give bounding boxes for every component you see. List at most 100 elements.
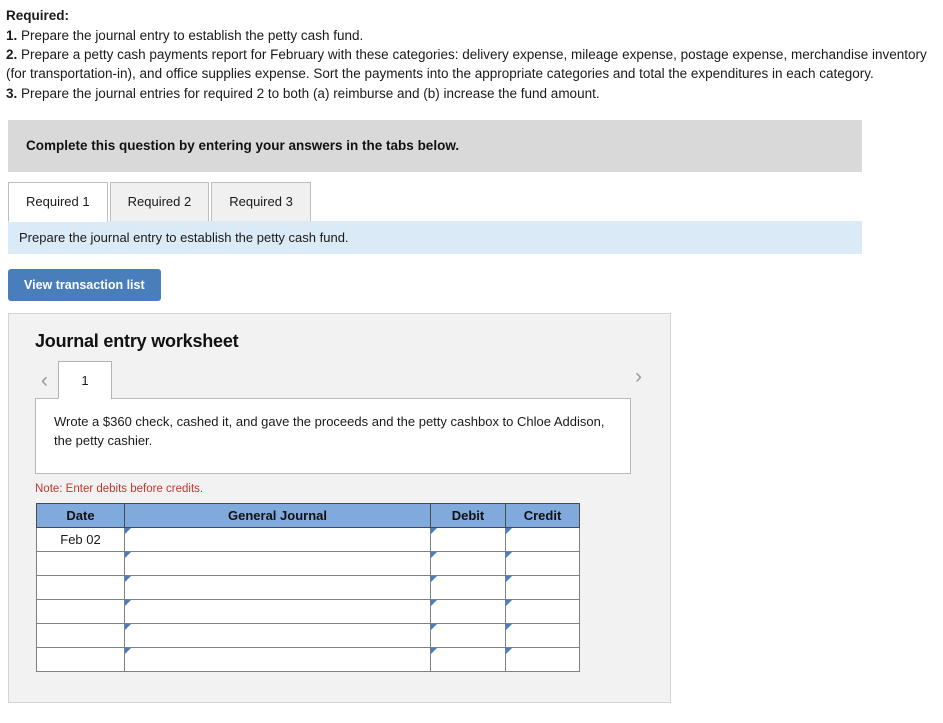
cell-credit[interactable]	[505, 526, 580, 552]
required-item-3: 3. Prepare the journal entries for requi…	[6, 84, 937, 103]
debit-input[interactable]	[431, 551, 505, 575]
required-item-2-number: 2.	[6, 47, 18, 63]
journal-table-body: Feb 02	[36, 526, 580, 672]
chevron-right-icon[interactable]: ›	[629, 366, 648, 395]
cell-general-journal[interactable]	[124, 526, 431, 552]
cell-credit[interactable]	[505, 598, 580, 624]
dropdown-marker-icon	[431, 551, 437, 558]
general-journal-input[interactable]	[125, 575, 430, 599]
tab-required-3-label: Required 3	[229, 194, 293, 210]
required-item-1-text: Prepare the journal entry to establish t…	[17, 28, 364, 44]
debits-before-credits-note: Note: Enter debits before credits.	[35, 482, 204, 495]
general-journal-input[interactable]	[125, 599, 430, 623]
table-row	[36, 574, 580, 600]
dropdown-marker-icon	[506, 551, 512, 558]
cell-date	[36, 598, 125, 624]
cell-date	[36, 646, 125, 672]
credit-input[interactable]	[506, 575, 579, 599]
cell-general-journal[interactable]	[124, 598, 431, 624]
debit-input[interactable]	[431, 575, 505, 599]
required-heading: Required:	[6, 8, 70, 23]
journal-table-head: Date General Journal Debit Credit	[36, 502, 580, 528]
tab-required-2[interactable]: Required 2	[109, 181, 210, 222]
general-journal-input[interactable]	[125, 527, 430, 551]
credit-input[interactable]	[506, 599, 579, 623]
cell-date	[36, 550, 125, 576]
dropdown-marker-icon	[431, 575, 437, 582]
cell-general-journal[interactable]	[124, 550, 431, 576]
worksheet-pager: ‹ 1 ›	[9, 360, 670, 399]
toolbar: View transaction list	[8, 268, 943, 301]
dropdown-marker-icon	[125, 575, 131, 582]
dropdown-marker-icon	[125, 623, 131, 630]
cell-credit[interactable]	[505, 646, 580, 672]
cell-debit[interactable]	[430, 574, 506, 600]
required-item-2-text: Prepare a petty cash payments report for…	[6, 47, 927, 82]
dropdown-marker-icon	[431, 527, 437, 534]
tab-instruction-text: Prepare the journal entry to establish t…	[19, 229, 349, 245]
cell-debit[interactable]	[430, 622, 506, 648]
cell-credit[interactable]	[505, 550, 580, 576]
credit-input[interactable]	[506, 551, 579, 575]
debit-input[interactable]	[431, 527, 505, 551]
column-header-credit: Credit	[505, 502, 580, 528]
general-journal-input[interactable]	[125, 647, 430, 671]
cell-date	[36, 574, 125, 600]
cell-debit[interactable]	[430, 598, 506, 624]
credit-input[interactable]	[506, 623, 579, 647]
cell-general-journal[interactable]	[124, 574, 431, 600]
tab-required-1-label: Required 1	[26, 194, 90, 210]
table-row	[36, 598, 580, 624]
tab-required-2-label: Required 2	[127, 194, 192, 210]
cell-debit[interactable]	[430, 550, 506, 576]
dropdown-marker-icon	[506, 599, 512, 606]
cell-debit[interactable]	[430, 526, 506, 552]
table-row	[36, 550, 580, 576]
general-journal-input[interactable]	[125, 551, 430, 575]
cell-credit[interactable]	[505, 622, 580, 648]
dropdown-marker-icon	[431, 599, 437, 606]
worksheet-page-tab-1-label: 1	[81, 372, 89, 388]
journal-table-container: Date General Journal Debit Credit Feb 02	[9, 502, 670, 672]
required-item-2: 2. Prepare a petty cash payments report …	[6, 45, 937, 83]
transaction-description-text: Wrote a $360 check, cashed it, and gave …	[54, 413, 605, 448]
dropdown-marker-icon	[125, 647, 131, 654]
column-header-general-journal: General Journal	[124, 502, 431, 528]
cell-date: Feb 02	[36, 526, 125, 552]
journal-table-header-row: Date General Journal Debit Credit	[36, 502, 580, 528]
cell-credit[interactable]	[505, 574, 580, 600]
cell-debit[interactable]	[430, 646, 506, 672]
dropdown-marker-icon	[506, 527, 512, 534]
required-section: Required: 1. Prepare the journal entry t…	[0, 0, 943, 103]
dropdown-marker-icon	[506, 575, 512, 582]
cell-date	[36, 622, 125, 648]
dropdown-marker-icon	[125, 527, 131, 534]
view-transaction-list-button[interactable]: View transaction list	[8, 268, 161, 301]
tab-required-3[interactable]: Required 3	[211, 181, 311, 222]
transaction-description-box: Wrote a $360 check, cashed it, and gave …	[35, 397, 631, 474]
table-row	[36, 646, 580, 672]
credit-input[interactable]	[506, 527, 579, 551]
cell-general-journal[interactable]	[124, 622, 431, 648]
instruction-banner: Complete this question by entering your …	[8, 119, 862, 172]
column-header-debit: Debit	[430, 502, 506, 528]
column-header-date: Date	[36, 502, 125, 528]
debit-input[interactable]	[431, 599, 505, 623]
table-row	[36, 622, 580, 648]
dropdown-marker-icon	[506, 647, 512, 654]
required-item-1-number: 1.	[6, 28, 18, 44]
dropdown-marker-icon	[125, 599, 131, 606]
chevron-left-icon[interactable]: ‹	[35, 370, 54, 399]
credit-input[interactable]	[506, 647, 579, 671]
dropdown-marker-icon	[125, 551, 131, 558]
requirement-tabs: Required 1 Required 2 Required 3	[8, 181, 943, 222]
tab-instruction-bar: Prepare the journal entry to establish t…	[8, 220, 862, 254]
tab-required-1[interactable]: Required 1	[8, 181, 108, 222]
debit-input[interactable]	[431, 647, 505, 671]
debit-input[interactable]	[431, 623, 505, 647]
general-journal-input[interactable]	[125, 623, 430, 647]
cell-general-journal[interactable]	[124, 646, 431, 672]
journal-entry-table: Date General Journal Debit Credit Feb 02	[36, 502, 580, 672]
worksheet-page-tab-1[interactable]: 1	[58, 360, 112, 399]
dropdown-marker-icon	[506, 623, 512, 630]
